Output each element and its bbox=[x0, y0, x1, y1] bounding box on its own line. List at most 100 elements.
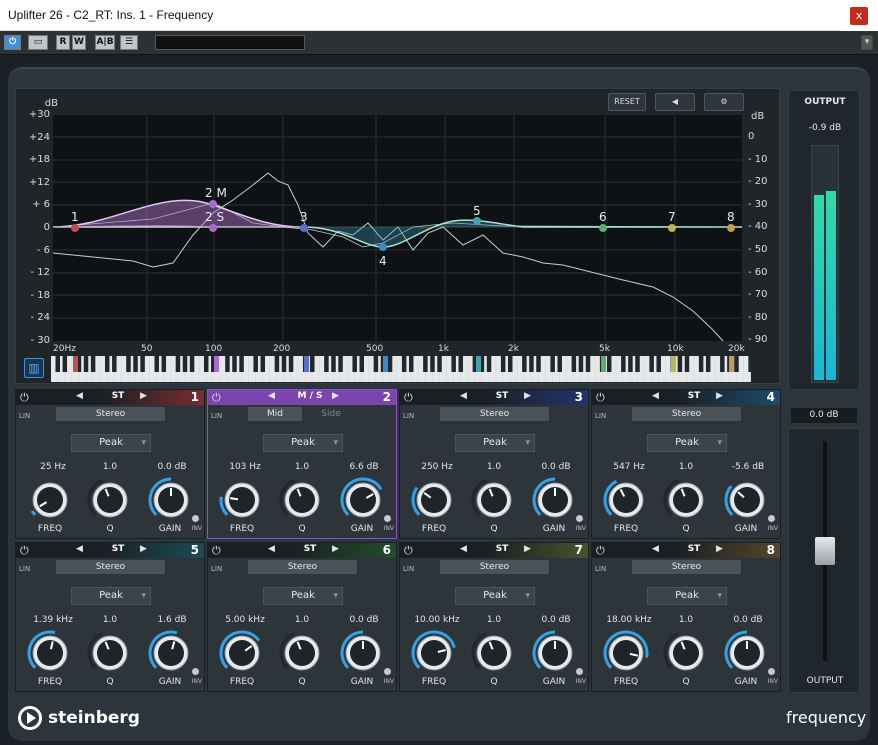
gain-value[interactable]: 0.0 dB bbox=[531, 615, 581, 625]
channel-selector[interactable]: Stereo bbox=[248, 560, 357, 574]
freq-knob[interactable] bbox=[26, 476, 74, 524]
channel-selector[interactable]: Stereo bbox=[632, 407, 741, 421]
ab-compare-button[interactable]: A|B bbox=[95, 35, 115, 50]
prev-arrow-icon[interactable]: ◀ bbox=[76, 391, 83, 401]
channel-selector[interactable]: Stereo bbox=[440, 407, 549, 421]
gain-knob[interactable] bbox=[339, 476, 387, 524]
freq-knob[interactable] bbox=[410, 629, 458, 677]
band-power-icon[interactable]: ⏻ bbox=[404, 544, 413, 558]
lin-toggle[interactable]: LIN bbox=[403, 565, 414, 573]
next-arrow-icon[interactable]: ▶ bbox=[524, 544, 531, 554]
settings-gear-icon[interactable]: ⚙ bbox=[704, 93, 744, 111]
q-value[interactable]: 1.0 bbox=[277, 462, 327, 472]
freq-value[interactable]: 1.39 kHz bbox=[28, 615, 78, 625]
q-knob[interactable] bbox=[662, 629, 710, 677]
prev-arrow-icon[interactable]: ◀ bbox=[460, 391, 467, 401]
q-knob[interactable] bbox=[662, 476, 710, 524]
freq-knob[interactable] bbox=[218, 629, 266, 677]
next-arrow-icon[interactable]: ▶ bbox=[332, 544, 339, 554]
invert-button[interactable] bbox=[384, 515, 391, 522]
q-knob[interactable] bbox=[470, 476, 518, 524]
gain-knob[interactable] bbox=[531, 629, 579, 677]
lin-toggle[interactable]: LIN bbox=[19, 565, 30, 573]
gain-value[interactable]: 0.0 dB bbox=[723, 615, 773, 625]
filter-type-dropdown[interactable]: Peak bbox=[71, 434, 151, 452]
band-mode-label[interactable]: M / S bbox=[290, 391, 330, 401]
expand-icon[interactable]: ▾ bbox=[861, 35, 873, 50]
gain-knob[interactable] bbox=[723, 629, 771, 677]
side-channel-button[interactable]: Side bbox=[304, 407, 358, 421]
lin-toggle[interactable]: LIN bbox=[19, 412, 30, 420]
gain-value[interactable]: -5.6 dB bbox=[723, 462, 773, 472]
filter-type-dropdown[interactable]: Peak bbox=[647, 587, 727, 605]
invert-button[interactable] bbox=[576, 515, 583, 522]
freq-knob[interactable] bbox=[26, 629, 74, 677]
q-value[interactable]: 1.0 bbox=[469, 462, 519, 472]
read-automation-button[interactable]: R bbox=[56, 35, 70, 50]
gain-knob[interactable] bbox=[147, 476, 195, 524]
band-power-icon[interactable]: ⏻ bbox=[212, 544, 221, 558]
gain-knob[interactable] bbox=[723, 476, 771, 524]
prev-arrow-icon[interactable]: ◀ bbox=[268, 391, 275, 401]
mid-channel-button[interactable]: Mid bbox=[248, 407, 302, 421]
band-mode-label[interactable]: ST bbox=[98, 391, 138, 401]
q-knob[interactable] bbox=[278, 629, 326, 677]
prev-arrow-icon[interactable]: ◀ bbox=[652, 391, 659, 401]
invert-button[interactable] bbox=[192, 668, 199, 675]
filter-type-dropdown[interactable]: Peak bbox=[71, 587, 151, 605]
band-mode-label[interactable]: ST bbox=[98, 544, 138, 554]
invert-button[interactable] bbox=[384, 668, 391, 675]
bypass-button[interactable]: ⏻ bbox=[4, 35, 21, 50]
freq-value[interactable]: 18.00 kHz bbox=[604, 615, 654, 625]
preset-menu-button[interactable]: ☰ bbox=[120, 35, 138, 50]
gain-value[interactable]: 0.0 dB bbox=[531, 462, 581, 472]
invert-button[interactable] bbox=[192, 515, 199, 522]
band-power-icon[interactable]: ⏻ bbox=[212, 391, 221, 405]
q-value[interactable]: 1.0 bbox=[469, 615, 519, 625]
band-mode-label[interactable]: ST bbox=[290, 544, 330, 554]
next-arrow-icon[interactable]: ▶ bbox=[716, 391, 723, 401]
band-power-icon[interactable]: ⏻ bbox=[596, 391, 605, 405]
prev-arrow-icon[interactable]: ◀ bbox=[76, 544, 83, 554]
reset-button[interactable]: RESET bbox=[608, 93, 646, 111]
gain-value[interactable]: 6.6 dB bbox=[339, 462, 389, 472]
next-arrow-icon[interactable]: ▶ bbox=[524, 391, 531, 401]
next-arrow-icon[interactable]: ▶ bbox=[140, 544, 147, 554]
gain-value[interactable]: 0.0 dB bbox=[339, 615, 389, 625]
q-value[interactable]: 1.0 bbox=[277, 615, 327, 625]
freq-value[interactable]: 103 Hz bbox=[220, 462, 270, 472]
channel-selector[interactable]: Stereo bbox=[56, 560, 165, 574]
band-mode-label[interactable]: ST bbox=[674, 544, 714, 554]
freq-value[interactable]: 250 Hz bbox=[412, 462, 462, 472]
q-knob[interactable] bbox=[86, 629, 134, 677]
q-value[interactable]: 1.0 bbox=[85, 462, 135, 472]
gain-value[interactable]: 1.6 dB bbox=[147, 615, 197, 625]
invert-button[interactable] bbox=[768, 515, 775, 522]
channel-selector[interactable]: Stereo bbox=[440, 560, 549, 574]
next-arrow-icon[interactable]: ▶ bbox=[332, 391, 339, 401]
channel-selector[interactable]: Stereo bbox=[56, 407, 165, 421]
prev-arrow-icon[interactable]: ◀ bbox=[652, 544, 659, 554]
freq-value[interactable]: 25 Hz bbox=[28, 462, 78, 472]
band-power-icon[interactable]: ⏻ bbox=[20, 391, 29, 405]
q-value[interactable]: 1.0 bbox=[661, 462, 711, 472]
lin-toggle[interactable]: LIN bbox=[403, 412, 414, 420]
close-button[interactable]: x bbox=[840, 0, 878, 31]
next-arrow-icon[interactable]: ▶ bbox=[716, 544, 723, 554]
keyboard-toggle-icon[interactable]: ▥ bbox=[24, 358, 44, 378]
next-arrow-icon[interactable]: ▶ bbox=[140, 391, 147, 401]
filter-type-dropdown[interactable]: Peak bbox=[455, 587, 535, 605]
filter-type-dropdown[interactable]: Peak bbox=[455, 434, 535, 452]
gain-knob[interactable] bbox=[147, 629, 195, 677]
freq-knob[interactable] bbox=[218, 476, 266, 524]
gain-knob[interactable] bbox=[531, 476, 579, 524]
freq-knob[interactable] bbox=[602, 629, 650, 677]
band-power-icon[interactable]: ⏻ bbox=[20, 544, 29, 558]
preset-field[interactable] bbox=[155, 35, 305, 50]
lin-toggle[interactable]: LIN bbox=[595, 412, 606, 420]
channel-selector[interactable]: Stereo bbox=[632, 560, 741, 574]
prev-arrow-icon[interactable]: ◀ bbox=[460, 544, 467, 554]
gain-value[interactable]: 0.0 dB bbox=[147, 462, 197, 472]
output-gain-value[interactable]: 0.0 dB bbox=[790, 407, 858, 424]
freq-value[interactable]: 5.00 kHz bbox=[220, 615, 270, 625]
